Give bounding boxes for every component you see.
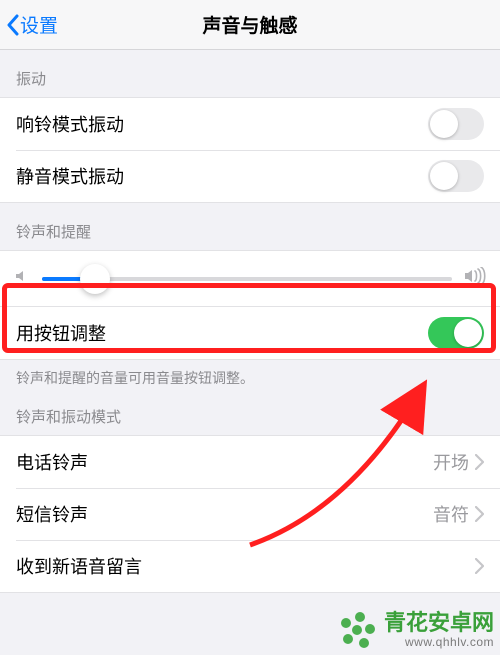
chevron-right-icon (475, 506, 484, 522)
row-volume-slider[interactable] (0, 250, 500, 307)
watermark: 青花安卓网 www.qhhlv.com (336, 609, 494, 651)
row-sms-tone[interactable]: 短信铃声 音符 (0, 488, 500, 540)
watermark-brand: 青花安卓网 (384, 611, 494, 635)
group-vibrate: 响铃模式振动 静音模式振动 (0, 97, 500, 203)
group-button-adjust: 用按钮调整 (0, 307, 500, 360)
watermark-url: www.qhhlv.com (384, 636, 494, 649)
speaker-high-icon (464, 267, 486, 290)
chevron-right-icon (475, 558, 484, 574)
row-label: 电话铃声 (16, 449, 433, 475)
row-label: 用按钮调整 (16, 320, 428, 346)
row-label: 收到新语音留言 (16, 553, 475, 579)
chevron-left-icon (6, 14, 20, 36)
row-value: 开场 (433, 449, 469, 475)
back-button[interactable]: 设置 (0, 11, 58, 38)
section-header-pattern: 铃声和振动模式 (0, 392, 500, 435)
back-label: 设置 (20, 11, 58, 38)
toggle-ring-vibrate[interactable] (428, 108, 484, 140)
volume-slider[interactable] (42, 277, 452, 281)
row-label: 静音模式振动 (16, 163, 428, 189)
row-value: 音符 (433, 501, 469, 527)
row-label: 短信铃声 (16, 501, 433, 527)
toggle-silent-vibrate[interactable] (428, 160, 484, 192)
group-pattern: 电话铃声 开场 短信铃声 音符 收到新语音留言 (0, 435, 500, 593)
chevron-right-icon (475, 454, 484, 470)
page-title: 声音与触感 (0, 11, 500, 38)
row-silent-vibrate[interactable]: 静音模式振动 (0, 150, 500, 202)
toggle-button-adjust[interactable] (428, 317, 484, 349)
row-voicemail[interactable]: 收到新语音留言 (0, 540, 500, 592)
row-label: 响铃模式振动 (16, 111, 428, 137)
section-footer-rings: 铃声和提醒的音量可用音量按钮调整。 (0, 360, 500, 392)
speaker-low-icon (14, 268, 30, 289)
row-ringtone[interactable]: 电话铃声 开场 (0, 436, 500, 488)
row-button-adjust[interactable]: 用按钮调整 (0, 307, 500, 359)
section-header-vibrate: 振动 (0, 50, 500, 97)
watermark-logo-icon (336, 609, 378, 651)
slider-thumb[interactable] (80, 264, 110, 294)
row-ring-vibrate[interactable]: 响铃模式振动 (0, 98, 500, 150)
navbar: 设置 声音与触感 (0, 0, 500, 50)
section-header-rings: 铃声和提醒 (0, 203, 500, 250)
